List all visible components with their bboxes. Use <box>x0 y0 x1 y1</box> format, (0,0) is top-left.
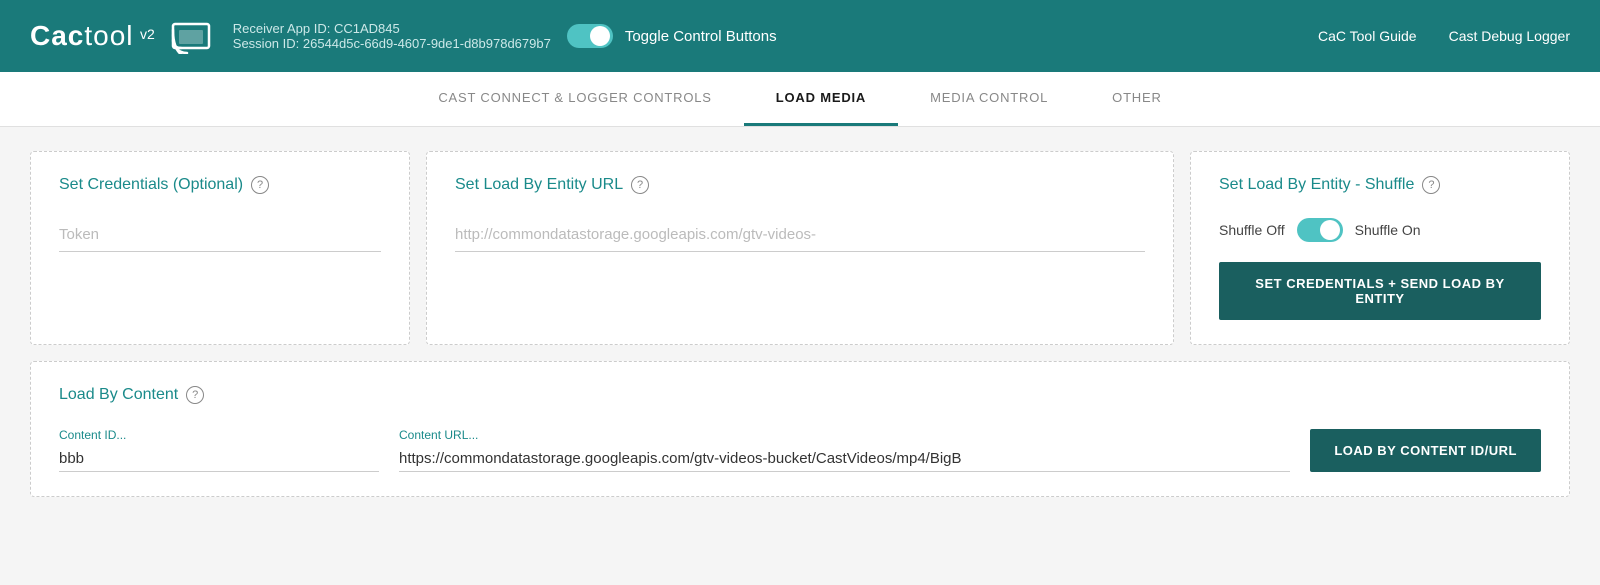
cast-icon <box>171 18 217 54</box>
shuffle-off-label: Shuffle Off <box>1219 222 1285 238</box>
shuffle-card: Set Load By Entity - Shuffle ? Shuffle O… <box>1190 151 1570 345</box>
header-info: Receiver App ID: CC1AD845 Session ID: 26… <box>233 21 551 51</box>
top-cards-row: Set Credentials (Optional) ? Set Load By… <box>30 151 1570 345</box>
shuffle-help-icon[interactable]: ? <box>1422 176 1440 194</box>
content-url-input[interactable] <box>399 446 1290 472</box>
receiver-app-id: Receiver App ID: CC1AD845 <box>233 21 551 36</box>
load-by-content-card: Load By Content ? Content ID... Content … <box>30 361 1570 497</box>
shuffle-on-label: Shuffle On <box>1355 222 1421 238</box>
cast-debug-logger-link[interactable]: Cast Debug Logger <box>1449 28 1570 44</box>
entity-url-card-title: Set Load By Entity URL ? <box>455 176 1145 194</box>
entity-url-input[interactable] <box>455 218 1145 252</box>
load-by-content-button[interactable]: LOAD BY CONTENT ID/URL <box>1310 429 1541 472</box>
tabs-bar: CAST CONNECT & LOGGER CONTROLS LOAD MEDI… <box>0 72 1600 127</box>
cac-tool-guide-link[interactable]: CaC Tool Guide <box>1318 28 1417 44</box>
toggle-control-buttons-area: Toggle Control Buttons <box>567 24 777 48</box>
credentials-help-icon[interactable]: ? <box>251 176 269 194</box>
content-id-input[interactable] <box>59 446 379 472</box>
entity-url-card: Set Load By Entity URL ? <box>426 151 1174 345</box>
content-id-label: Content ID... <box>59 428 379 442</box>
set-credentials-send-load-by-entity-button[interactable]: SET CREDENTIALS + SEND LOAD BY ENTITY <box>1219 262 1541 320</box>
load-by-content-title: Load By Content ? <box>59 386 1541 404</box>
tab-media-control[interactable]: MEDIA CONTROL <box>898 72 1080 126</box>
toggle-control-buttons-switch[interactable] <box>567 24 613 48</box>
entity-url-help-icon[interactable]: ? <box>631 176 649 194</box>
tab-load-media[interactable]: LOAD MEDIA <box>744 72 898 126</box>
shuffle-toggle-row: Shuffle Off Shuffle On <box>1219 218 1541 242</box>
logo: Cactool v2 <box>30 20 155 52</box>
shuffle-card-title: Set Load By Entity - Shuffle ? <box>1219 176 1541 194</box>
session-id: Session ID: 26544d5c-66d9-4607-9de1-d8b9… <box>233 36 551 51</box>
header-nav: CaC Tool Guide Cast Debug Logger <box>1318 28 1570 44</box>
shuffle-toggle[interactable] <box>1297 218 1343 242</box>
content-fields-row: Content ID... Content URL... LOAD BY CON… <box>59 428 1541 472</box>
tab-other[interactable]: OTHER <box>1080 72 1194 126</box>
page-content: Set Credentials (Optional) ? Set Load By… <box>0 127 1600 521</box>
credentials-card-title: Set Credentials (Optional) ? <box>59 176 381 194</box>
tab-cast-connect[interactable]: CAST CONNECT & LOGGER CONTROLS <box>406 72 743 126</box>
credentials-card: Set Credentials (Optional) ? <box>30 151 410 345</box>
content-id-group: Content ID... <box>59 428 379 472</box>
load-by-content-help-icon[interactable]: ? <box>186 386 204 404</box>
token-input[interactable] <box>59 218 381 252</box>
logo-version: v2 <box>140 26 155 42</box>
content-url-label: Content URL... <box>399 428 1290 442</box>
content-url-group: Content URL... <box>399 428 1290 472</box>
app-header: Cactool v2 Receiver App ID: CC1AD845 Ses… <box>0 0 1600 72</box>
header-left: Cactool v2 Receiver App ID: CC1AD845 Ses… <box>30 18 777 54</box>
toggle-control-label: Toggle Control Buttons <box>625 28 777 45</box>
